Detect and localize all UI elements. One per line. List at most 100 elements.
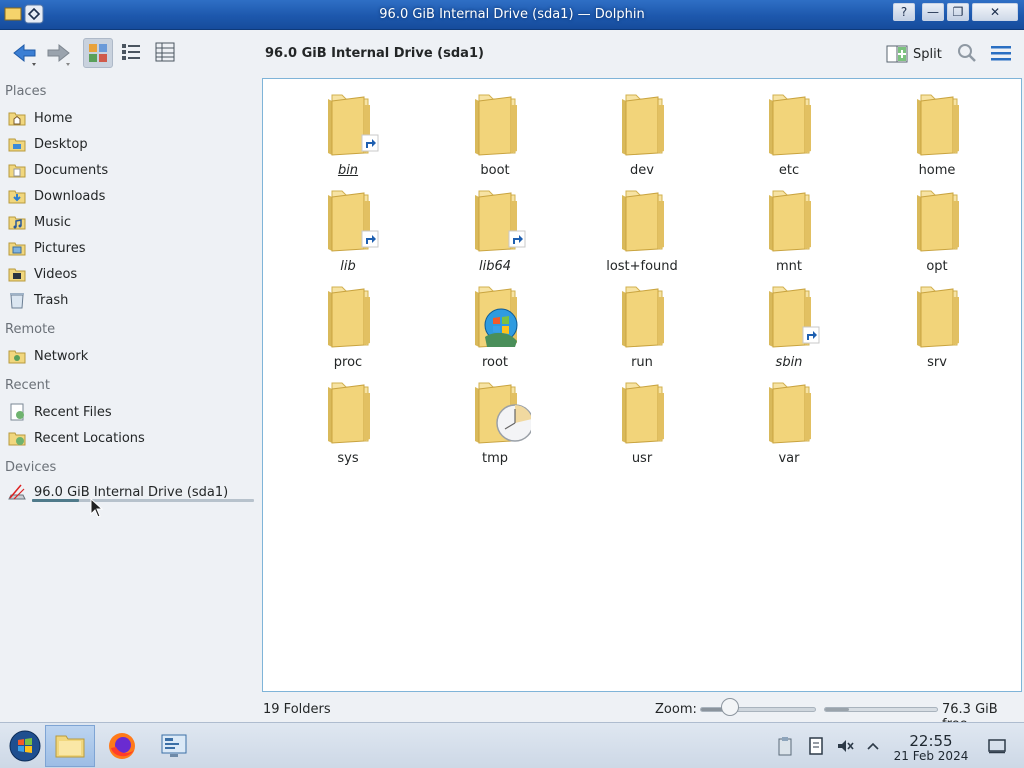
sidebar-item-label: Network: [34, 348, 89, 364]
tray-clipboard[interactable]: [774, 735, 796, 757]
maximize-button[interactable]: ❐: [947, 3, 969, 21]
folder-item-run[interactable]: run: [582, 277, 702, 370]
compact-view-button[interactable]: [117, 38, 147, 68]
show-desktop-button[interactable]: [986, 735, 1008, 757]
folder-item-usr[interactable]: usr: [582, 373, 702, 466]
symlink-arrow-icon: [508, 230, 526, 248]
folder-item-bin[interactable]: bin: [288, 85, 408, 178]
tray-expand[interactable]: [862, 735, 884, 757]
sidebar-item-music[interactable]: Music: [4, 210, 256, 234]
folder-item-etc[interactable]: etc: [729, 85, 849, 178]
folder-icon: [475, 94, 517, 156]
sidebar-item-videos[interactable]: Videos: [4, 262, 256, 286]
split-button[interactable]: Split: [886, 42, 942, 66]
clock-date[interactable]: 21 Feb 2024: [889, 749, 973, 763]
search-icon: [958, 44, 976, 62]
section-title-places: Places: [5, 84, 47, 99]
sidebar-item-label: Music: [34, 214, 71, 230]
location-title: 96.0 GiB Internal Drive (sda1): [265, 46, 484, 61]
taskbar-dolphin[interactable]: [45, 725, 95, 767]
folder-count-label: 19 Folders: [263, 702, 331, 717]
arrow-right-icon: [47, 43, 70, 66]
folder-name: root: [481, 355, 509, 370]
sidebar-item-documents[interactable]: Documents: [4, 158, 256, 182]
start-menu-button[interactable]: [0, 725, 50, 767]
free-space-fill: [825, 708, 849, 711]
folder-icon: [622, 94, 664, 156]
folder-item-proc[interactable]: proc: [288, 277, 408, 370]
close-button[interactable]: ✕: [972, 3, 1018, 21]
sidebar-item-label: Videos: [34, 266, 78, 282]
folder-item-var[interactable]: var: [729, 373, 849, 466]
tray-notes[interactable]: [805, 735, 827, 757]
folder-item-lib64[interactable]: lib64: [435, 181, 555, 274]
sidebar-item-recent-files[interactable]: Recent Files: [4, 400, 256, 424]
sidebar-item-home[interactable]: Home: [4, 106, 256, 130]
symlink-arrow-icon: [802, 326, 820, 344]
sidebar-item-trash[interactable]: Trash: [4, 288, 256, 312]
folder-item-sys[interactable]: sys: [288, 373, 408, 466]
folder-view[interactable]: bin boot dev etc home lib lib64 lost+found mnt op…: [262, 78, 1022, 692]
arrow-left-icon: [13, 43, 36, 66]
icons-view-button[interactable]: [83, 38, 113, 68]
start-orb-icon: [9, 730, 41, 762]
chevron-up-icon: [867, 742, 879, 750]
sidebar-item-label: Pictures: [34, 240, 86, 256]
title-bar[interactable]: 96.0 GiB Internal Drive (sda1) — Dolphin…: [0, 0, 1024, 30]
folder-item-dev[interactable]: dev: [582, 85, 702, 178]
folder-name: bin: [337, 163, 359, 178]
sidebar-item-label: Documents: [34, 162, 109, 178]
folder-item-mnt[interactable]: mnt: [729, 181, 849, 274]
folder-name: lib64: [478, 259, 512, 274]
sidebar-item-label: Recent Files: [34, 404, 112, 420]
hamburger-menu-button[interactable]: [986, 38, 1016, 68]
clock-time[interactable]: 22:55: [898, 732, 964, 750]
section-title-recent: Recent: [5, 378, 50, 393]
folder-item-home[interactable]: home: [877, 85, 997, 178]
notes-icon: [809, 737, 823, 755]
folder-name: lib: [340, 259, 356, 274]
forward-button[interactable]: [44, 38, 74, 68]
zoom-slider[interactable]: [700, 707, 816, 712]
folder-item-boot[interactable]: boot: [435, 85, 555, 178]
sidebar-item-recent-locations[interactable]: Recent Locations: [4, 426, 256, 450]
back-button[interactable]: [10, 38, 40, 68]
taskbar-system-settings[interactable]: [149, 725, 199, 767]
sidebar-item-downloads[interactable]: Downloads: [4, 184, 256, 208]
sidebar-item-pictures[interactable]: Pictures: [4, 236, 256, 260]
file-manager-icon: [55, 735, 85, 758]
globe-icon: [484, 308, 518, 347]
sidebar-item-network[interactable]: Network: [4, 344, 256, 368]
taskbar: 22:55 21 Feb 2024: [0, 722, 1024, 768]
folder-name: sbin: [775, 355, 803, 370]
folder-name: etc: [778, 163, 800, 178]
folder-name: sys: [337, 451, 359, 466]
recent-files-icon: [6, 401, 28, 423]
split-view-icon: [886, 45, 908, 63]
help-button[interactable]: ?: [893, 3, 915, 21]
folder-icon: [769, 190, 811, 252]
folder-name: usr: [631, 451, 653, 466]
folder-item-srv[interactable]: srv: [877, 277, 997, 370]
folder-item-sbin[interactable]: sbin: [729, 277, 849, 370]
search-button[interactable]: [952, 38, 982, 68]
clipboard-icon: [778, 737, 792, 756]
section-title-devices: Devices: [5, 460, 57, 475]
folder-item-opt[interactable]: opt: [877, 181, 997, 274]
folder-name: dev: [630, 163, 654, 178]
details-view-button[interactable]: [151, 38, 181, 68]
folder-item-root[interactable]: root: [435, 277, 555, 370]
details-view-icon: [155, 42, 175, 62]
music-folder-icon: [6, 211, 28, 233]
folder-item-lib[interactable]: lib: [288, 181, 408, 274]
sidebar-item-desktop[interactable]: Desktop: [4, 132, 256, 156]
folder-item-tmp[interactable]: tmp: [435, 373, 555, 466]
folder-icon: [622, 382, 664, 444]
folder-item-lost-found[interactable]: lost+found: [582, 181, 702, 274]
folder-icon: [328, 94, 379, 156]
taskbar-firefox[interactable]: [97, 725, 147, 767]
minimize-button[interactable]: —: [922, 3, 944, 21]
drive-usage-fill: [32, 499, 79, 502]
folder-icon: [769, 382, 811, 444]
tray-volume-muted[interactable]: [834, 735, 856, 757]
